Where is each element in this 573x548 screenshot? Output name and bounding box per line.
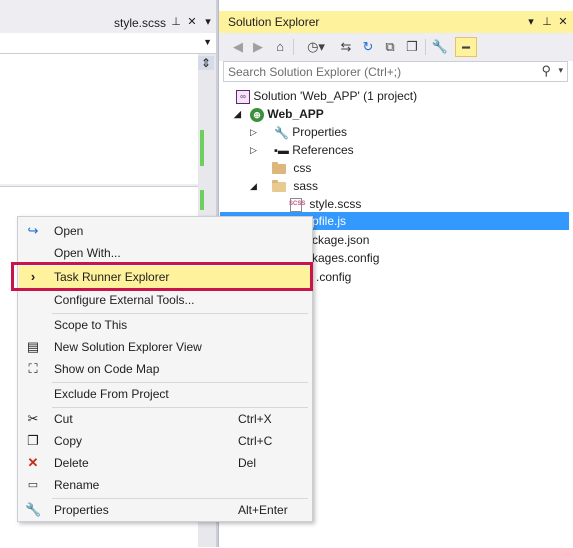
tree-label: Solution 'Web_APP' (1 project)	[253, 89, 418, 103]
menu-item-copy[interactable]: ❐ Copy Ctrl+C	[19, 430, 311, 452]
toolbar-separator	[293, 39, 294, 55]
tree-item-web-config[interactable]: .config	[316, 268, 351, 286]
tree-label: sass	[293, 179, 319, 193]
tree-item-references[interactable]: ▷ ▪▬ References	[250, 141, 354, 159]
tree-label: kages.config	[312, 251, 380, 265]
copy-icon[interactable]: ❐	[403, 37, 421, 57]
tree-item-gulpfile[interactable]: pfile.js	[312, 212, 346, 230]
chevron-down-icon[interactable]: ▾	[525, 15, 537, 28]
search-placeholder: Search Solution Explorer (Ctrl+;)	[228, 65, 402, 79]
pin-icon[interactable]: ⊥	[170, 15, 182, 29]
delete-icon: ✕	[27, 455, 39, 470]
solution-explorer-title: Solution Explorer	[228, 15, 320, 29]
menu-item-configure-external-tools[interactable]: Configure External Tools...	[19, 289, 311, 311]
copy-icon: ❐	[27, 433, 39, 448]
menu-item-open[interactable]: ↪ Open	[19, 220, 311, 242]
tree-item-css[interactable]: css	[272, 159, 311, 177]
references-icon: ▪▬	[274, 144, 289, 157]
split-icon[interactable]: ⇕	[198, 56, 214, 70]
tree-item-package-json[interactable]: ckage.json	[312, 231, 369, 249]
navigation-bar[interactable]: ▼	[0, 33, 216, 54]
properties-icon[interactable]: 🔧	[431, 37, 449, 57]
tree-label: style.scss	[309, 197, 362, 211]
tree-label: Web_APP	[267, 107, 324, 121]
folder-icon	[272, 161, 286, 174]
annotation-highlight-box	[11, 262, 313, 291]
menu-item-show-on-code-map[interactable]: ⛶ Show on Code Map	[19, 358, 311, 380]
tree-label: Properties	[292, 125, 347, 139]
collapsed-arrow-icon[interactable]: ▷	[250, 141, 257, 159]
solution-explorer-search[interactable]: Search Solution Explorer (Ctrl+;) ⚲ ▾	[223, 61, 568, 82]
tree-label: css	[293, 161, 312, 175]
chevron-down-icon[interactable]: ▼	[203, 37, 212, 47]
forward-icon[interactable]: ▶	[249, 37, 267, 57]
tree-item-project[interactable]: ◢ ⊕ Web_APP	[234, 105, 324, 123]
tree-item-packages-config[interactable]: kages.config	[312, 249, 379, 267]
toolbar-separator	[425, 39, 426, 55]
menu-item-rename[interactable]: ▭ Rename	[19, 474, 311, 496]
solution-icon: ∞	[236, 89, 250, 104]
menu-item-exclude-from-project[interactable]: Exclude From Project	[19, 383, 311, 405]
expanded-arrow-icon[interactable]: ◢	[250, 177, 257, 195]
menu-item-properties[interactable]: 🔧 Properties Alt+Enter	[19, 499, 311, 521]
chevron-down-icon[interactable]: ▾	[202, 15, 214, 29]
preview-icon[interactable]: ━	[455, 37, 477, 57]
back-icon[interactable]: ◀	[229, 37, 247, 57]
web-project-icon: ⊕	[250, 107, 264, 122]
tree-label: ckage.json	[312, 233, 370, 247]
open-icon: ↪	[27, 223, 39, 238]
document-tab-bar: style.scss ⊥ ✕ ▾	[0, 11, 218, 33]
wrench-icon: 🔧	[274, 125, 289, 140]
document-tab-title[interactable]: style.scss	[114, 16, 166, 30]
search-icon[interactable]: ⚲	[541, 63, 551, 79]
menu-item-open-with[interactable]: Open With...	[19, 242, 311, 264]
change-marker	[200, 130, 204, 166]
close-icon[interactable]: ✕	[557, 15, 569, 28]
collapse-icon[interactable]: ⧉	[381, 37, 399, 57]
menu-item-new-solution-explorer-view[interactable]: ▤ New Solution Explorer View	[19, 336, 311, 358]
wrench-icon: 🔧	[25, 502, 42, 517]
tree-item-sass[interactable]: ◢ sass	[250, 177, 318, 195]
expanded-arrow-icon[interactable]: ◢	[234, 105, 241, 123]
refresh-icon[interactable]: ↻	[359, 37, 377, 57]
tree-item-solution[interactable]: ∞ Solution 'Web_APP' (1 project)	[236, 87, 417, 105]
pin-icon[interactable]: ⊥	[541, 15, 553, 28]
open-folder-icon	[272, 179, 286, 192]
solution-explorer-titlebar[interactable]: Solution Explorer ▾ ⊥ ✕	[219, 11, 573, 33]
scss-file-icon: SCSS	[289, 197, 305, 212]
home-icon[interactable]: ⌂	[271, 37, 289, 57]
change-marker	[200, 190, 204, 210]
code-editor-top[interactable]	[0, 54, 198, 184]
history-icon[interactable]: ◷▾	[303, 37, 329, 57]
sync-icon[interactable]: ⇆	[337, 37, 355, 57]
tree-item-style-scss[interactable]: SCSS style.scss	[289, 195, 362, 213]
menu-item-delete[interactable]: ✕ Delete Del	[19, 452, 311, 474]
collapsed-arrow-icon[interactable]: ▷	[250, 123, 257, 141]
menu-item-cut[interactable]: ✂ Cut Ctrl+X	[19, 408, 311, 430]
tree-label: References	[292, 143, 354, 157]
scissors-icon: ✂	[27, 411, 39, 426]
tree-label: .config	[316, 270, 352, 284]
menu-item-scope-to-this[interactable]: Scope to This	[19, 314, 311, 336]
code-map-icon: ⛶	[28, 361, 38, 376]
chevron-down-icon[interactable]: ▾	[558, 65, 563, 76]
new-view-icon: ▤	[26, 339, 40, 354]
rename-icon: ▭	[27, 479, 39, 491]
close-icon[interactable]: ✕	[186, 15, 198, 29]
tree-item-properties[interactable]: ▷ 🔧 Properties	[250, 123, 347, 141]
solution-explorer-toolbar: ◀ ▶ ⌂ ◷▾ ⇆ ↻ ⧉ ❐ 🔧 ━	[219, 33, 573, 61]
tree-label: pfile.js	[312, 214, 347, 228]
